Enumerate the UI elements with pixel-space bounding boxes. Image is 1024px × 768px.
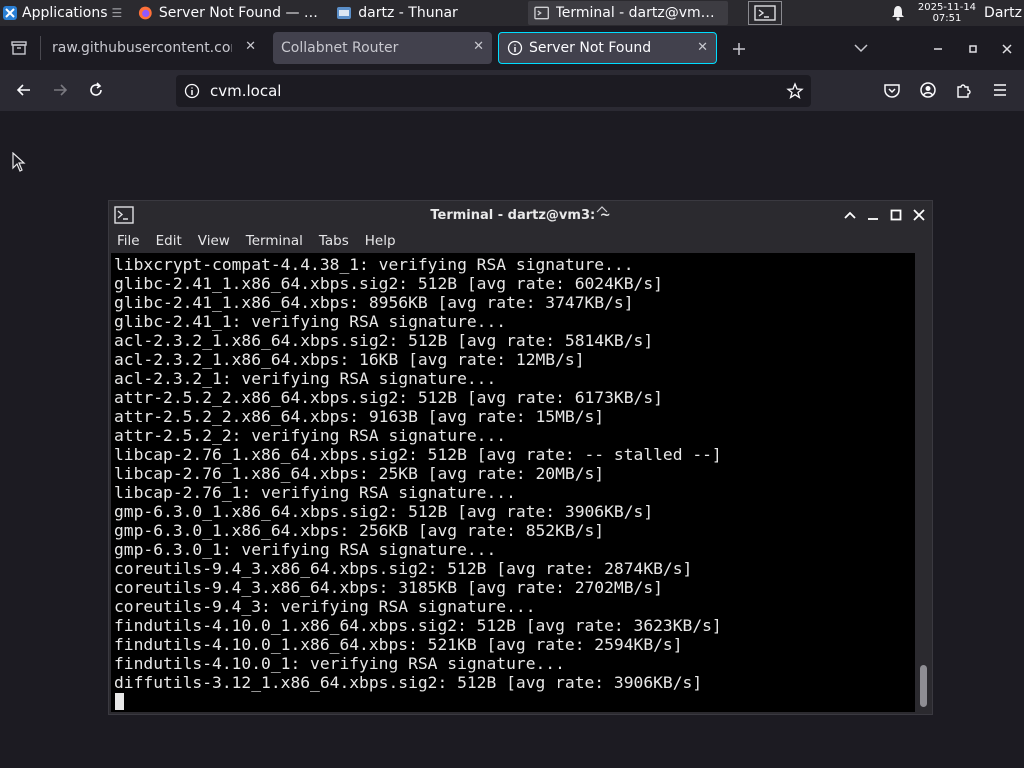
- resize-handle-icon: [596, 206, 608, 213]
- terminal-line: libcap-2.76_1.x86_64.xbps: 25KB [avg rat…: [114, 464, 605, 483]
- scrollbar-thumb[interactable]: [920, 665, 927, 707]
- firefox-icon: [139, 6, 153, 20]
- terminal-line: findutils-4.10.0_1: verifying RSA signat…: [114, 654, 565, 673]
- clock-date: 2025-11-14: [917, 2, 977, 13]
- firefox-view-icon[interactable]: [10, 40, 28, 56]
- terminal-line: acl-2.3.2_1.x86_64.xbps: 16KB [avg rate:…: [114, 350, 585, 369]
- terminal-line: gmp-6.3.0_1.x86_64.xbps: 256KB [avg rate…: [114, 521, 605, 540]
- account-icon[interactable]: [919, 81, 937, 99]
- terminal-line: libxcrypt-compat-4.4.38_1: verifying RSA…: [114, 255, 634, 274]
- address-bar[interactable]: cvm.local: [176, 75, 811, 107]
- system-tray: 2025-11-14 07:51 Dartz: [890, 0, 1024, 26]
- terminal-line: attr-2.5.2_2.x86_64.xbps: 9163B [avg rat…: [114, 407, 605, 426]
- terminal-line: attr-2.5.2_2.x86_64.xbps.sig2: 512B [avg…: [114, 388, 663, 407]
- terminal-line: diffutils-3.12_1.x86_64.xbps.sig2: 512B …: [114, 673, 703, 692]
- terminal-icon: [534, 6, 550, 20]
- xfce-logo-icon: [3, 6, 17, 20]
- terminal-text: libxcrypt-compat-4.4.38_1: verifying RSA…: [111, 253, 915, 692]
- terminal-line: glibc-2.41_1.x86_64.xbps: 8956KB [avg ra…: [114, 293, 634, 312]
- close-icon[interactable]: ✕: [697, 40, 708, 55]
- terminal-line: glibc-2.41_1: verifying RSA signature...: [114, 312, 507, 331]
- terminal-line: coreutils-9.4_3.x86_64.xbps: 3185KB [avg…: [114, 578, 663, 597]
- text-cursor: [115, 693, 124, 710]
- tab-collabnet-router[interactable]: Collabnet Router ✕: [273, 32, 492, 64]
- taskbar-item-label: Terminal - dartz@vm3: ~: [555, 5, 723, 21]
- terminal-line: gmp-6.3.0_1: verifying RSA signature...: [114, 540, 497, 559]
- taskbar-item-terminal[interactable]: Terminal - dartz@vm3: ~: [528, 1, 729, 25]
- terminal-line: libcap-2.76_1.x86_64.xbps.sig2: 512B [av…: [114, 445, 722, 464]
- hamburger-menu-icon[interactable]: [991, 81, 1009, 99]
- terminal-line: attr-2.5.2_2: verifying RSA signature...: [114, 426, 507, 445]
- top-panel: Applications ☰ Server Not Found — Mo... …: [0, 0, 1024, 26]
- clock[interactable]: 2025-11-14 07:51: [918, 2, 976, 24]
- terminal-title: Terminal - dartz@vm3: ~: [430, 207, 611, 223]
- terminal-line: coreutils-9.4_3: verifying RSA signature…: [114, 597, 536, 616]
- terminal-icon: [754, 5, 776, 21]
- tab-server-not-found[interactable]: Server Not Found ✕: [498, 32, 717, 64]
- close-window-icon[interactable]: [1001, 43, 1013, 55]
- pocket-icon[interactable]: [883, 81, 901, 99]
- close-icon[interactable]: ✕: [245, 39, 256, 54]
- navigation-toolbar: cvm.local: [0, 70, 1024, 111]
- terminal-menubar: File Edit View Terminal Tabs Help: [109, 229, 404, 253]
- terminal-output[interactable]: libxcrypt-compat-4.4.38_1: verifying RSA…: [111, 253, 915, 712]
- tab-label: Collabnet Router: [281, 40, 399, 56]
- notification-bell-icon[interactable]: [890, 5, 906, 21]
- maximize-icon[interactable]: [888, 207, 904, 223]
- tab-divider: [40, 36, 41, 60]
- menu-file[interactable]: File: [109, 233, 148, 249]
- site-info-icon[interactable]: [184, 83, 200, 99]
- taskbar-item-thunar[interactable]: dartz - Thunar: [330, 1, 526, 25]
- terminal-scrollbar[interactable]: [917, 253, 931, 712]
- taskbar-item-label: dartz - Thunar: [358, 5, 458, 21]
- menu-view[interactable]: View: [190, 233, 238, 249]
- tab-label: raw.githubusercontent.com/v: [52, 40, 232, 56]
- terminal-window[interactable]: Terminal - dartz@vm3: ~ File Edit View T…: [108, 200, 933, 715]
- close-icon[interactable]: [911, 207, 927, 223]
- terminal-line: acl-2.3.2_1: verifying RSA signature...: [114, 369, 497, 388]
- menu-edit[interactable]: Edit: [148, 233, 190, 249]
- applications-label: Applications: [22, 5, 108, 21]
- terminal-line: libcap-2.76_1: verifying RSA signature..…: [114, 483, 516, 502]
- browser-tab-bar: raw.githubusercontent.com/v ✕ Collabnet …: [0, 26, 1024, 70]
- minimize-icon[interactable]: [932, 43, 944, 55]
- info-icon: [507, 40, 523, 56]
- menu-separator-icon: ☰: [111, 6, 123, 20]
- workspace-switcher[interactable]: [748, 1, 783, 25]
- extensions-puzzle-icon[interactable]: [955, 81, 973, 99]
- close-icon[interactable]: ✕: [473, 39, 484, 54]
- tab-raw-githubusercontent[interactable]: raw.githubusercontent.com/v ✕: [44, 32, 264, 64]
- terminal-line: coreutils-9.4_3.x86_64.xbps.sig2: 512B […: [114, 559, 693, 578]
- menu-help[interactable]: Help: [357, 233, 404, 249]
- terminal-line: acl-2.3.2_1.x86_64.xbps.sig2: 512B [avg …: [114, 331, 654, 350]
- folder-icon: [337, 7, 352, 19]
- tab-label: Server Not Found: [529, 40, 652, 56]
- reload-icon[interactable]: [87, 81, 105, 99]
- chevron-down-icon[interactable]: [853, 42, 869, 54]
- roll-up-icon[interactable]: [842, 207, 858, 223]
- menu-tabs[interactable]: Tabs: [311, 233, 357, 249]
- url-text[interactable]: cvm.local: [210, 82, 281, 100]
- menu-terminal[interactable]: Terminal: [238, 233, 311, 249]
- maximize-icon[interactable]: [967, 43, 979, 55]
- terminal-line: findutils-4.10.0_1.x86_64.xbps: 521KB [a…: [114, 635, 683, 654]
- back-arrow-icon[interactable]: [15, 81, 33, 99]
- mouse-pointer-icon: [12, 152, 26, 172]
- forward-arrow-icon[interactable]: [51, 81, 69, 99]
- terminal-line: findutils-4.10.0_1.x86_64.xbps.sig2: 512…: [114, 616, 722, 635]
- terminal-line: gmp-6.3.0_1.x86_64.xbps.sig2: 512B [avg …: [114, 502, 654, 521]
- taskbar-item-label: Server Not Found — Mo...: [158, 5, 323, 21]
- minimize-icon[interactable]: [865, 207, 881, 223]
- terminal-line: glibc-2.41_1.x86_64.xbps.sig2: 512B [avg…: [114, 274, 663, 293]
- applications-menu-button[interactable]: Applications ☰: [0, 0, 128, 26]
- new-tab-plus-icon[interactable]: [731, 41, 747, 57]
- taskbar-item-firefox[interactable]: Server Not Found — Mo...: [132, 1, 328, 25]
- clock-time: 07:51: [932, 13, 962, 24]
- bookmark-star-icon[interactable]: [786, 82, 804, 100]
- user-menu[interactable]: Dartz: [984, 5, 1022, 21]
